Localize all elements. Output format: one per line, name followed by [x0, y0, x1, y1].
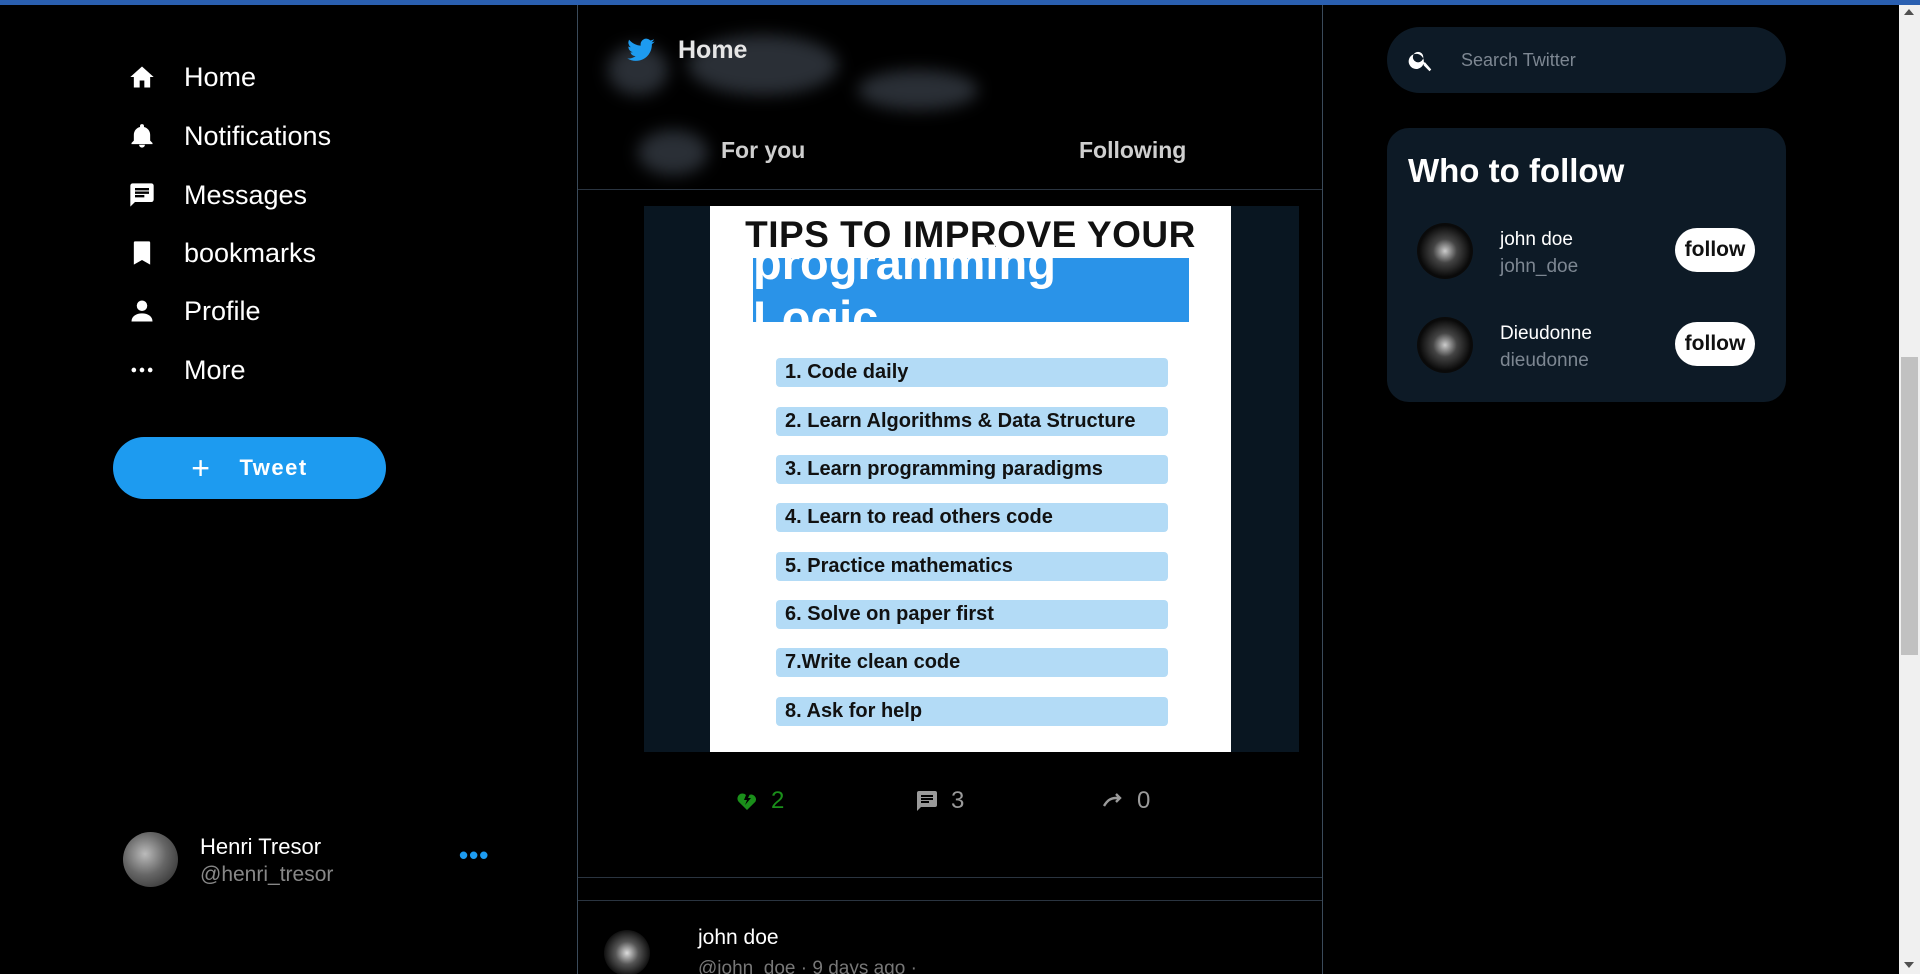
post-image[interactable]: TIPS TO IMPROVE YOUR programming Logic 1…: [644, 206, 1299, 752]
page-title: Home: [626, 35, 747, 65]
sidebar-item-bookmarks[interactable]: bookmarks: [126, 228, 316, 278]
tip-item: 2. Learn Algorithms & Data Structure: [776, 407, 1168, 436]
sidebar-item-more[interactable]: More: [126, 345, 246, 395]
user-name: Henri Tresor: [200, 834, 322, 859]
search-input[interactable]: [1459, 48, 1763, 72]
sidebar-item-label: Notifications: [184, 120, 332, 151]
image-highlight: programming Logic: [753, 236, 1189, 344]
comment-count: 3: [951, 787, 965, 814]
who-to-follow-panel: Who to follow john doe john_doe follow D…: [1387, 128, 1786, 402]
bell-icon: [126, 120, 158, 152]
avatar[interactable]: [1417, 223, 1473, 279]
tip-item: 8. Ask for help: [776, 697, 1168, 726]
search-bar[interactable]: [1387, 27, 1786, 93]
page-scrollbar[interactable]: [1899, 5, 1920, 974]
tip-item: 1. Code daily: [776, 358, 1168, 387]
avatar: [123, 832, 178, 887]
tab-following[interactable]: Following: [1079, 137, 1186, 164]
person-icon: [126, 295, 158, 327]
retweet-button[interactable]: 0: [1101, 787, 1150, 815]
tip-item: 3. Learn programming paradigms: [776, 455, 1168, 484]
broken-heart-icon: [737, 793, 756, 810]
user-handle: @henri_tresor: [200, 863, 334, 886]
tweet-button[interactable]: + Tweet: [113, 437, 386, 499]
avatar[interactable]: [1417, 317, 1473, 373]
tip-item: 6. Solve on paper first: [776, 600, 1168, 629]
list-item: Dieudonne dieudonne follow: [1387, 317, 1786, 377]
home-icon: [126, 61, 158, 93]
message-icon: [126, 179, 158, 211]
comment-icon: [917, 791, 937, 811]
tab-for-you[interactable]: For you: [721, 137, 805, 164]
sidebar-item-label: bookmarks: [184, 237, 317, 268]
sidebar-item-label: More: [184, 354, 246, 385]
panel-title: Who to follow: [1408, 152, 1625, 189]
tip-item: 5. Practice mathematics: [776, 552, 1168, 581]
search-icon: [1408, 51, 1432, 72]
divider: [578, 900, 1322, 901]
divider: [578, 189, 1322, 190]
like-count: 2: [771, 787, 785, 814]
post-meta: @john_doe · 9 days ago ·: [698, 958, 917, 974]
avatar[interactable]: [604, 930, 650, 974]
sidebar-item-messages[interactable]: Messages: [126, 170, 307, 220]
follow-user-handle: dieudonne: [1500, 350, 1589, 371]
scroll-down-icon[interactable]: [1904, 962, 1914, 968]
twitter-bird-icon: [627, 38, 655, 61]
sidebar-item-home[interactable]: Home: [126, 52, 256, 102]
scroll-up-icon[interactable]: [1904, 9, 1914, 15]
tweet-button-label: Tweet: [239, 455, 308, 480]
list-item: john doe john_doe follow: [1387, 223, 1786, 283]
sidebar-item-label: Home: [184, 61, 257, 92]
tips-card: TIPS TO IMPROVE YOUR programming Logic 1…: [710, 206, 1231, 752]
share-arrow-icon: [1102, 793, 1122, 807]
sidebar-item-label: Profile: [184, 295, 261, 326]
sidebar-item-notifications[interactable]: Notifications: [126, 111, 331, 161]
bookmark-icon: [126, 237, 158, 269]
tip-item: 4. Learn to read others code: [776, 503, 1168, 532]
follow-user-name[interactable]: Dieudonne: [1500, 323, 1592, 345]
sidebar-nav: Home Notifications Messages bookmarks Pr…: [0, 0, 577, 974]
more-dots-icon: [126, 354, 158, 386]
sidebar-item-label: Messages: [184, 179, 308, 210]
page-title-text: Home: [678, 35, 748, 64]
follow-button[interactable]: follow: [1675, 228, 1755, 272]
like-button[interactable]: 2: [735, 787, 784, 815]
follow-user-handle: john_doe: [1500, 256, 1579, 277]
follow-user-name[interactable]: john doe: [1500, 229, 1573, 251]
retweet-count: 0: [1137, 787, 1151, 814]
user-menu-icon[interactable]: •••: [459, 840, 489, 871]
follow-button[interactable]: follow: [1675, 322, 1755, 366]
sidebar-item-profile[interactable]: Profile: [126, 286, 261, 336]
divider: [578, 877, 1322, 878]
plus-icon: +: [191, 450, 212, 486]
post-author-name[interactable]: john doe: [698, 926, 779, 950]
tip-item: 7.Write clean code: [776, 648, 1168, 677]
main-feed: Home For you Following TIPS TO IMPROVE Y…: [577, 5, 1323, 974]
comment-button[interactable]: 3: [915, 787, 964, 815]
scrollbar-thumb[interactable]: [1901, 357, 1918, 655]
current-user-card[interactable]: Henri Tresor @henri_tresor •••: [123, 832, 503, 892]
